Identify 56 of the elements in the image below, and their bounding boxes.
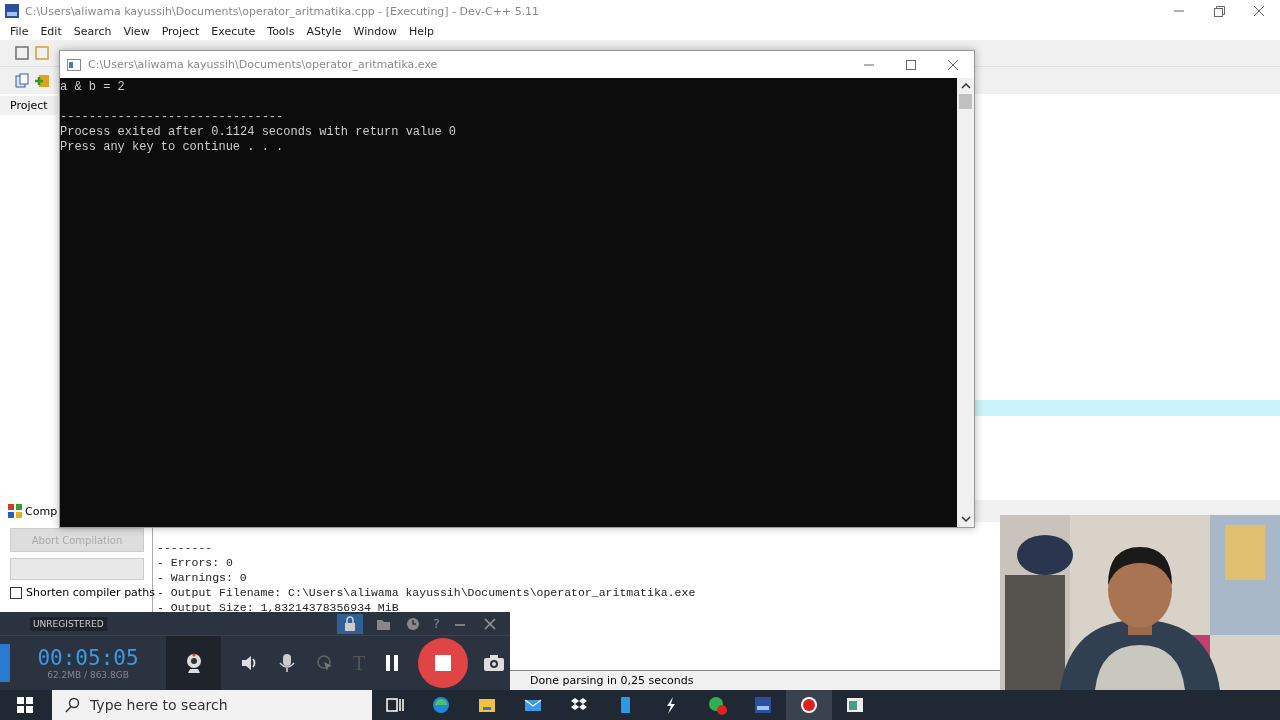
window-title: C:\Users\aliwama kayussih\Documents\operator_aritmatika.exe [88,58,438,71]
log-line: - Output Filename: C:\Users\aliwama kayussih\Documents\operator_aritmatika.exe [157,585,697,600]
dev-cpp-icon[interactable] [753,695,773,715]
close-button[interactable] [1252,5,1266,17]
toolbar-icon[interactable] [14,45,30,61]
project-tab[interactable]: Project [0,96,58,115]
task-view-icon[interactable] [385,695,405,715]
menu-item[interactable]: Edit [34,24,68,38]
menu-item[interactable]: Search [67,24,118,38]
checkbox-label: Shorten compiler paths [26,586,155,599]
scroll-up-icon[interactable] [960,82,971,90]
search-icon [64,697,80,713]
record-icon[interactable] [799,695,819,715]
storage-text: 62.2MB / 863.8GB [47,669,129,681]
help-button[interactable]: ? [433,616,440,631]
log-line: - Output Size: 1,83214378356934 MiB [157,600,400,615]
recording-timer: 00:05:05 [37,645,139,670]
stop-button[interactable] [417,637,470,689]
lock-icon[interactable] [337,613,364,634]
menu-item[interactable]: Execute [205,24,262,38]
checkbox[interactable] [10,586,22,599]
menu-item[interactable]: Tools [261,24,301,38]
menu-item[interactable]: Help [402,24,440,38]
menu-item[interactable]: File [4,24,35,38]
windows-start-icon[interactable] [15,695,35,715]
console-line: ------------------------------- [60,110,285,125]
window-icon[interactable] [845,695,865,715]
console-line: Press any key to continue . . . [60,140,285,155]
app-icon [5,4,19,18]
menu-item[interactable]: View [117,24,156,38]
scrollbar[interactable] [957,78,974,527]
menu-item[interactable]: AStyle [300,24,348,38]
scroll-down-icon[interactable] [960,515,971,523]
log-line: - Errors: 0 [157,555,234,570]
console-line: Process exited after 0.1124 seconds with return value 0 [60,125,458,140]
grid-icon [8,504,22,518]
log-line: - Warnings: 0 [157,570,248,585]
maximize-button[interactable] [904,58,918,71]
restore-button[interactable] [1212,5,1226,17]
unregistered-badge: UNREGISTERED [30,616,107,631]
console-line: a & b = 2 [60,80,126,96]
search-field[interactable]: Type here to search [52,690,372,720]
status-text: Done parsing in 0,25 seconds [530,674,694,687]
microphone-icon[interactable] [277,652,297,674]
menu-item[interactable]: Project [155,24,206,38]
toolbar-icon[interactable] [14,72,30,89]
scroll-thumb[interactable] [959,94,972,109]
close-button[interactable] [946,58,960,71]
log-line: -------- [157,540,214,555]
window-title: C:\Users\aliwama kayussih\Documents\operator_aritmatika.cpp - [Executing] - Dev-C++ 5.11 [25,4,540,18]
compile-log-tab[interactable]: Comp [0,500,61,522]
expand-handle[interactable] [0,644,10,682]
add-icon[interactable] [34,72,50,89]
menu-item[interactable]: Window [347,24,403,38]
console-icon [67,58,81,71]
camera-icon[interactable] [483,654,506,672]
